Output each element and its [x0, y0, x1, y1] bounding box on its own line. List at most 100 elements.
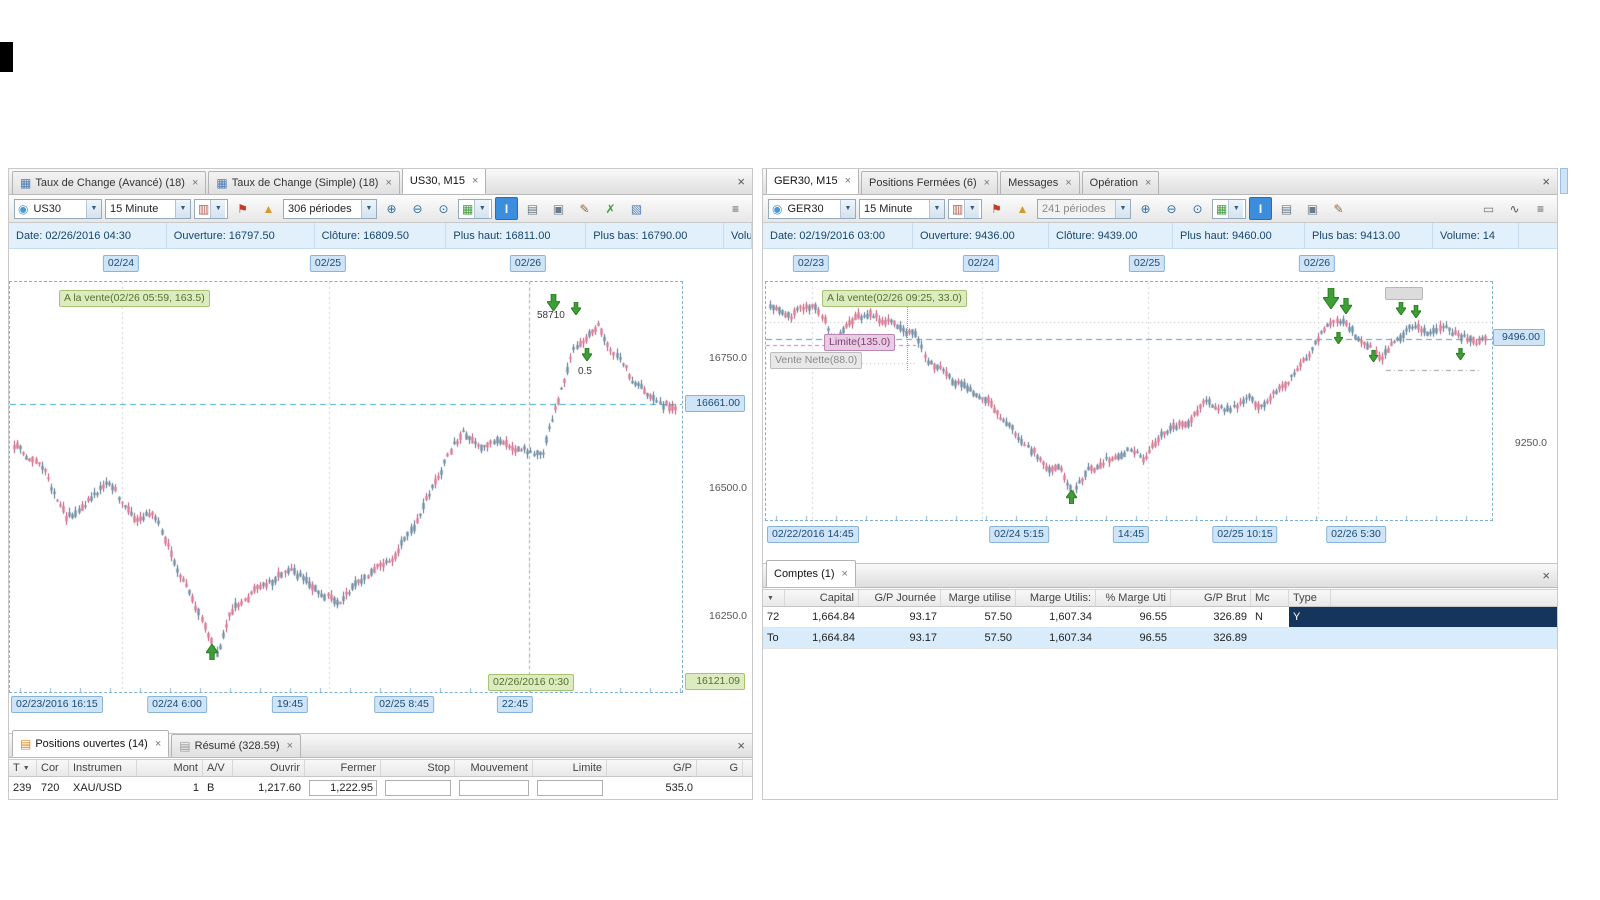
- tab-close-icon[interactable]: ×: [472, 175, 478, 187]
- window-button[interactable]: ▣: [1301, 197, 1324, 220]
- cell-input-field[interactable]: 1,222.95: [309, 780, 377, 796]
- column-header[interactable]: A/V: [203, 760, 233, 776]
- tab-r-sum-328-59-[interactable]: ▤ Résumé (328.59) ×: [171, 734, 302, 757]
- menu-button[interactable]: ≡: [1529, 197, 1552, 220]
- column-header[interactable]: G/P Brut: [1171, 590, 1251, 606]
- panel-close-icon[interactable]: ×: [737, 174, 745, 189]
- draw-button[interactable]: ✎: [573, 197, 596, 220]
- cell-input-field[interactable]: [537, 780, 603, 796]
- column-header[interactable]: Limite: [533, 760, 607, 776]
- tab-label: Taux de Change (Avancé) (18): [35, 177, 185, 189]
- chart-style-icon-combobox[interactable]: ▥ ▼: [948, 198, 982, 219]
- ger30-combobox[interactable]: ◉ GER30 ▼: [768, 198, 856, 219]
- column-header[interactable]: Capital: [785, 590, 859, 606]
- panel-close-icon[interactable]: ×: [737, 738, 745, 753]
- tab-close-icon[interactable]: ×: [842, 568, 848, 580]
- zoom-out-button[interactable]: ⊖: [1160, 197, 1183, 220]
- tab-close-icon[interactable]: ×: [155, 738, 161, 750]
- cell-input-field[interactable]: [459, 780, 529, 796]
- column-header[interactable]: Stop: [381, 760, 455, 776]
- accounts-table-row[interactable]: 72 1,664.84 93.17 57.50 1,607.34 96.55 326.89 N…: [763, 607, 1557, 628]
- grid-icon-combobox[interactable]: ▦ ▼: [1212, 198, 1246, 219]
- tab-messages[interactable]: Messages ×: [1000, 171, 1080, 194]
- tab-close-icon[interactable]: ×: [287, 740, 293, 752]
- chart-plot-area[interactable]: A la vente(02/26 05:59, 163.5) 58710 0.5 02…: [9, 281, 683, 693]
- panel-button[interactable]: ▤: [521, 197, 544, 220]
- zoom-in-button[interactable]: ⊕: [1134, 197, 1157, 220]
- tab-taux-de-change-simple-18-[interactable]: ▦ Taux de Change (Simple) (18) ×: [208, 171, 400, 194]
- tab-close-icon[interactable]: ×: [1145, 177, 1151, 189]
- panel-close-icon[interactable]: ×: [1542, 174, 1550, 189]
- tab-positions-ouvertes-14-[interactable]: ▤ Positions ouvertes (14) ×: [12, 730, 170, 757]
- column-header[interactable]: Instrumen: [69, 760, 137, 776]
- chevron-down-icon[interactable]: ▼: [929, 199, 944, 218]
- tab-us30-m15[interactable]: US30, M15 ×: [401, 169, 487, 194]
- column-header[interactable]: T ▼: [9, 760, 37, 776]
- order-button[interactable]: ▲: [257, 197, 280, 220]
- tab-close-icon[interactable]: ×: [845, 175, 851, 187]
- column-header[interactable]: % Marge Uti: [1096, 590, 1171, 606]
- zoom-reset-button[interactable]: ⊙: [1186, 197, 1209, 220]
- tab-close-icon[interactable]: ×: [1065, 177, 1071, 189]
- column-header[interactable]: Fermer: [305, 760, 381, 776]
- chevron-down-icon[interactable]: ▼: [1115, 199, 1130, 218]
- grid-icon-combobox[interactable]: ▦ ▼: [458, 198, 492, 219]
- eraser-button[interactable]: ▭: [1477, 197, 1500, 220]
- chevron-down-icon[interactable]: ▼: [474, 199, 490, 218]
- 306-p-riodes-combobox[interactable]: 306 périodes ▼: [283, 198, 377, 219]
- chevron-down-icon[interactable]: ▼: [964, 199, 980, 218]
- tab-comptes[interactable]: Comptes (1) ×: [766, 560, 856, 587]
- column-header[interactable]: Mont: [137, 760, 203, 776]
- wave-button[interactable]: ∿: [1503, 197, 1526, 220]
- chart-style-icon-combobox[interactable]: ▥ ▼: [194, 198, 228, 219]
- indicator-button[interactable]: I: [495, 197, 518, 220]
- order-button[interactable]: ▲: [1011, 197, 1034, 220]
- 241-p-riodes-combobox[interactable]: 241 périodes ▼: [1037, 198, 1131, 219]
- zoom-out-button[interactable]: ⊖: [406, 197, 429, 220]
- column-header[interactable]: Ouvrir: [233, 760, 305, 776]
- window-button[interactable]: ▣: [547, 197, 570, 220]
- column-header[interactable]: ▼: [763, 590, 785, 606]
- tab-taux-de-change-avanc-18-[interactable]: ▦ Taux de Change (Avancé) (18) ×: [12, 171, 207, 194]
- column-header[interactable]: Marge Utilis:: [1016, 590, 1096, 606]
- column-header[interactable]: Mc: [1251, 590, 1289, 606]
- tab-op-ration[interactable]: Opération ×: [1081, 171, 1160, 194]
- zoom-in-button[interactable]: ⊕: [380, 197, 403, 220]
- column-header[interactable]: Cor: [37, 760, 69, 776]
- cell-input-field[interactable]: [385, 780, 451, 796]
- column-header[interactable]: G: [697, 760, 743, 776]
- tab-close-icon[interactable]: ×: [385, 177, 391, 189]
- chevron-down-icon[interactable]: ▼: [175, 199, 190, 218]
- alert-button[interactable]: ⚑: [985, 197, 1008, 220]
- trade-annotation-badge: Limite(135.0): [824, 334, 896, 351]
- chevron-down-icon[interactable]: ▼: [361, 199, 376, 218]
- panel-close-icon[interactable]: ×: [1542, 568, 1550, 583]
- us30-combobox[interactable]: ◉ US30 ▼: [14, 198, 102, 219]
- 15-minute-combobox[interactable]: 15 Minute ▼: [859, 198, 945, 219]
- tab-close-icon[interactable]: ×: [192, 177, 198, 189]
- draw-button[interactable]: ✎: [1327, 197, 1350, 220]
- chart-plot-area[interactable]: A la vente(02/26 09:25, 33.0) Limite(135.…: [765, 281, 1493, 521]
- tab-close-icon[interactable]: ×: [984, 177, 990, 189]
- zoom-reset-button[interactable]: ⊙: [432, 197, 455, 220]
- column-header[interactable]: Mouvement: [455, 760, 533, 776]
- newchart-button[interactable]: ▧: [625, 197, 648, 220]
- accounts-table-row[interactable]: To 1,664.84 93.17 57.50 1,607.34 96.55 326.89: [763, 628, 1557, 649]
- indicator-button[interactable]: I: [1249, 197, 1272, 220]
- column-header[interactable]: Marge utilise: [941, 590, 1016, 606]
- tab-ger30-m15[interactable]: GER30, M15 ×: [766, 169, 860, 194]
- 15-minute-combobox[interactable]: 15 Minute ▼: [105, 198, 191, 219]
- delete-button[interactable]: ✗: [599, 197, 622, 220]
- chevron-down-icon[interactable]: ▼: [210, 199, 226, 218]
- chevron-down-icon[interactable]: ▼: [840, 199, 855, 218]
- column-header[interactable]: G/P: [607, 760, 697, 776]
- positions-table-row[interactable]: 239 720 XAU/USD 1 B 1,217.60 1,222.95 535.0: [9, 777, 752, 799]
- column-header[interactable]: G/P Journée: [859, 590, 941, 606]
- chevron-down-icon[interactable]: ▼: [1228, 199, 1244, 218]
- panel-button[interactable]: ▤: [1275, 197, 1298, 220]
- column-header[interactable]: Type: [1289, 590, 1331, 606]
- alert-button[interactable]: ⚑: [231, 197, 254, 220]
- menu-button[interactable]: ≡: [724, 197, 747, 220]
- tab-positions-ferm-es-6-[interactable]: Positions Fermées (6) ×: [861, 171, 999, 194]
- chevron-down-icon[interactable]: ▼: [86, 199, 101, 218]
